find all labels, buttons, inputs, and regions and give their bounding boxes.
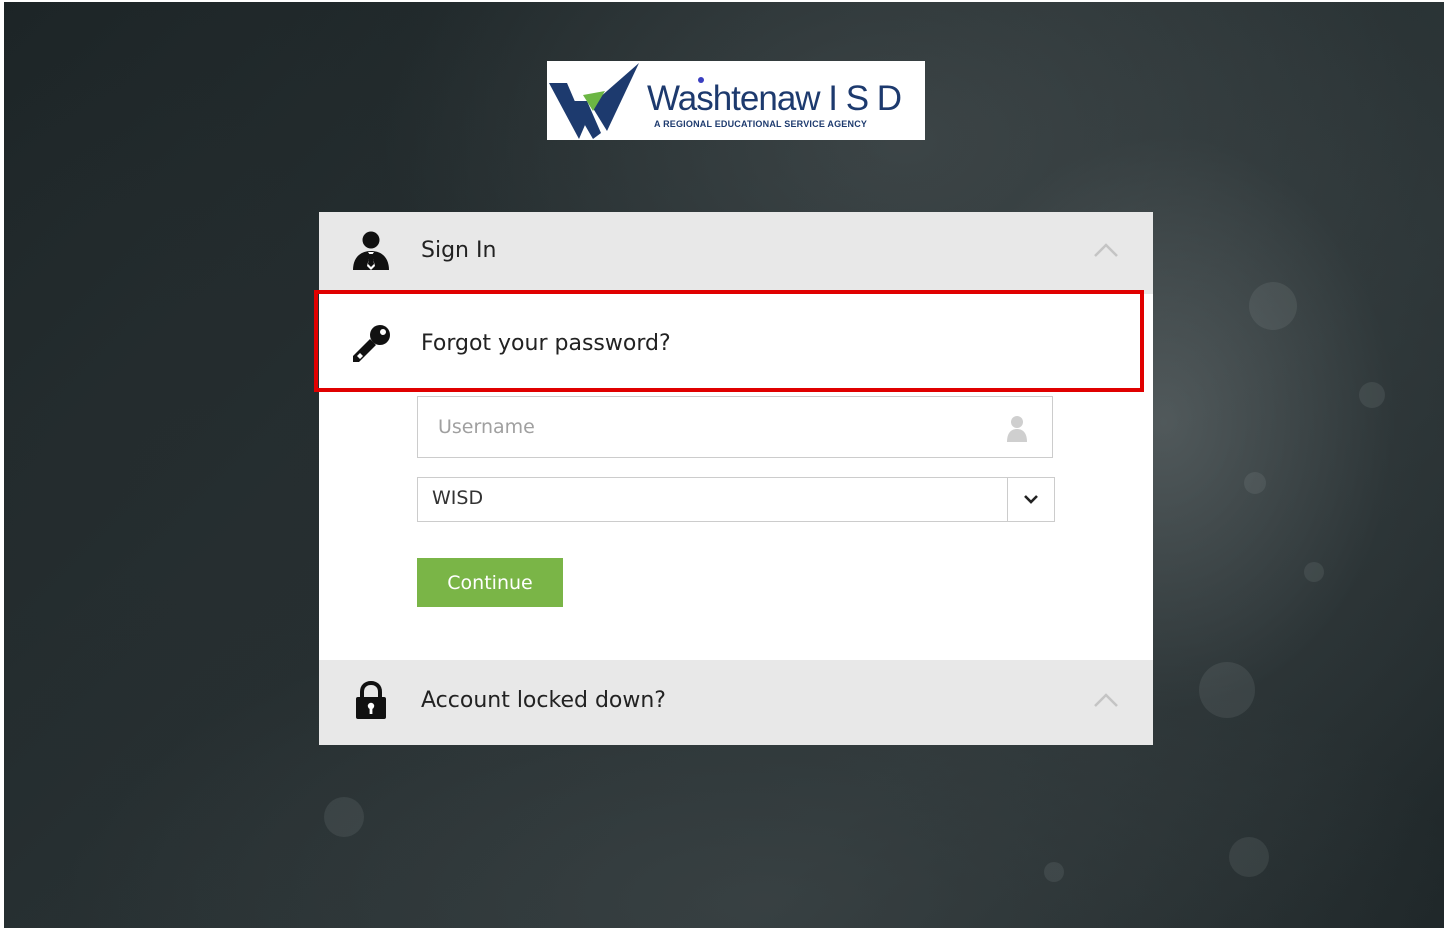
logo-tagline: A REGIONAL EDUCATIONAL SERVICE AGENCY	[654, 119, 868, 129]
account-locked-label: Account locked down?	[421, 688, 666, 713]
logo-w-mark-icon	[549, 63, 639, 139]
domain-select-value: WISD	[432, 487, 484, 509]
account-locked-section-header[interactable]: Account locked down?	[319, 660, 1153, 745]
domain-select[interactable]: WISD	[417, 477, 1055, 522]
select-arrow[interactable]	[1007, 478, 1054, 521]
sign-in-label: Sign In	[421, 238, 497, 263]
key-icon	[351, 323, 393, 367]
chevron-up-icon[interactable]	[1093, 242, 1119, 262]
sign-in-section-header[interactable]: Sign In	[319, 212, 1153, 294]
user-icon	[351, 230, 391, 276]
username-field[interactable]	[417, 396, 1053, 458]
logo-name: Washtenaw I S D	[647, 79, 902, 118]
user-icon	[1006, 415, 1028, 447]
username-input[interactable]	[418, 397, 998, 457]
chevron-down-icon	[1024, 495, 1038, 504]
forgot-password-label: Forgot your password?	[421, 331, 671, 356]
washtenaw-isd-logo: Washtenaw I S D A REGIONAL EDUCATIONAL S…	[547, 61, 925, 140]
chevron-up-icon[interactable]	[1093, 692, 1119, 712]
lock-icon	[351, 680, 391, 725]
continue-button[interactable]: Continue	[417, 558, 563, 607]
forgot-password-section-header[interactable]: Forgot your password?	[319, 294, 1153, 388]
